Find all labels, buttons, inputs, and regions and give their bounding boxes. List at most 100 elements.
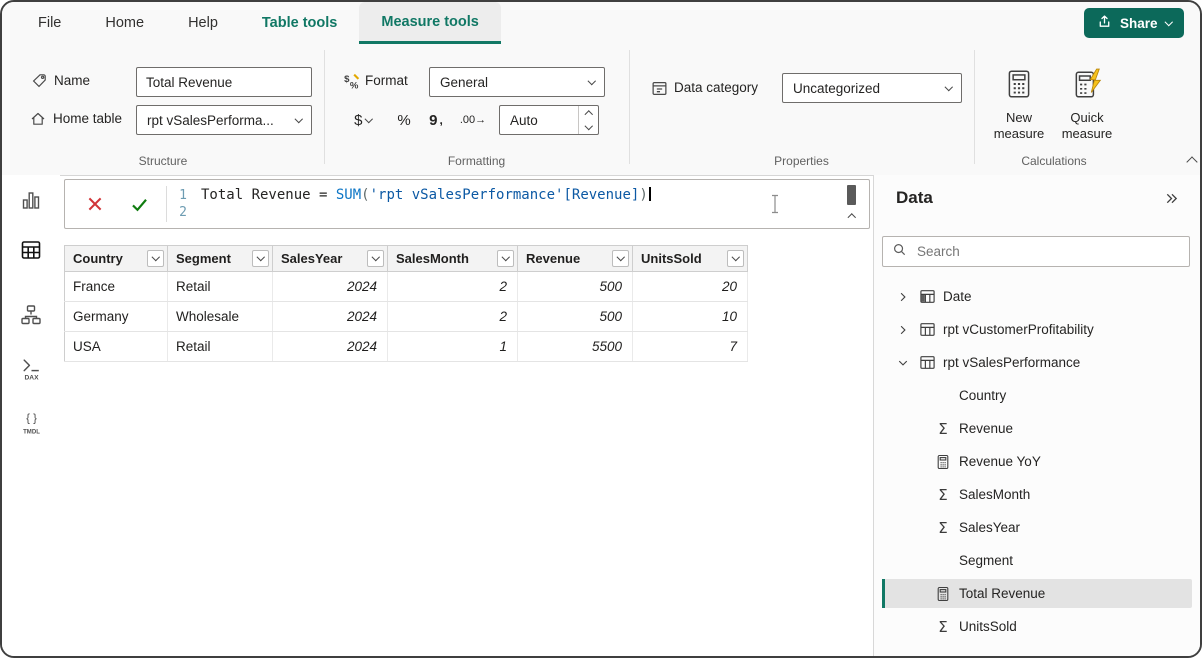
cell-unitssold[interactable]: 20	[632, 271, 748, 302]
field-item-total-revenue[interactable]: Total Revenue	[874, 577, 1200, 610]
cell-segment[interactable]: Retail	[167, 331, 273, 362]
cell-salesyear[interactable]: 2024	[272, 301, 388, 332]
field-item-country[interactable]: Country	[874, 379, 1200, 412]
name-label: Name	[54, 73, 91, 88]
ribbon-collapse-button[interactable]	[1182, 150, 1200, 170]
field-item-revenue-yoy[interactable]: Revenue YoY	[874, 445, 1200, 478]
column-header-salesmonth[interactable]: SalesMonth	[387, 245, 518, 272]
dax-icon: DAX	[22, 358, 39, 381]
cell-revenue[interactable]: 500	[517, 301, 633, 332]
thousands-separator-button[interactable]: 9,	[423, 105, 449, 135]
field-item-segment[interactable]: Segment	[874, 544, 1200, 577]
tab-measure-tools[interactable]: Measure tools	[359, 2, 501, 44]
search-input[interactable]	[915, 243, 1180, 260]
table-item-rpt-vcustomerprofitability[interactable]: rpt vCustomerProfitability	[874, 313, 1200, 346]
chevron-down-icon[interactable]	[896, 357, 910, 369]
tab-file[interactable]: File	[16, 2, 83, 44]
cell-salesyear[interactable]: 2024	[272, 331, 388, 362]
chevron-down-icon	[944, 82, 953, 91]
cell-unitssold[interactable]: 10	[632, 301, 748, 332]
chevron-right-icon[interactable]	[896, 291, 910, 303]
cell-salesmonth[interactable]: 1	[387, 331, 518, 362]
measure-name-input[interactable]	[136, 67, 312, 97]
model-view-button[interactable]	[18, 302, 44, 328]
cell-revenue[interactable]: 500	[517, 271, 633, 302]
filter-button[interactable]	[727, 250, 744, 267]
chevron-down-icon	[731, 253, 740, 261]
cell-salesmonth[interactable]: 2	[387, 301, 518, 332]
tmdl-view-button[interactable]: { } TMDL	[18, 409, 44, 435]
cancel-formula-button[interactable]	[79, 188, 111, 220]
home-table-dropdown[interactable]: rpt vSalesPerforma...	[136, 105, 312, 135]
formula-scrollbar-thumb[interactable]	[847, 185, 856, 205]
cell-segment[interactable]: Wholesale	[167, 301, 273, 332]
sigma-icon: Σ	[938, 485, 948, 504]
decimal-places-button[interactable]: .00→	[452, 105, 494, 135]
dax-editor[interactable]: Total Revenue = SUM('rpt vSalesPerforman…	[201, 187, 829, 221]
dax-token: Total Revenue =	[201, 187, 336, 203]
percent-format-button[interactable]: %	[390, 105, 418, 135]
dax-query-view-button[interactable]: DAX	[18, 355, 44, 381]
new-measure-calculator-icon	[1003, 66, 1035, 102]
tab-home[interactable]: Home	[83, 2, 166, 44]
table-view-button[interactable]	[18, 237, 44, 263]
column-header-revenue[interactable]: Revenue	[517, 245, 633, 272]
svg-text:{ }: { }	[26, 412, 37, 424]
cell-salesyear[interactable]: 2024	[272, 271, 388, 302]
chevron-down-icon	[1164, 17, 1173, 26]
formula-bar: 12 Total Revenue = SUM('rpt vSalesPerfor…	[64, 179, 870, 229]
code-line: Total Revenue = SUM('rpt vSalesPerforman…	[201, 187, 829, 204]
group-separator	[324, 50, 325, 164]
field-item-revenue[interactable]: Σ Revenue	[874, 412, 1200, 445]
cell-country[interactable]: France	[64, 271, 168, 302]
filter-button[interactable]	[252, 250, 269, 267]
tab-help[interactable]: Help	[166, 2, 240, 44]
tab-table-tools[interactable]: Table tools	[240, 2, 359, 44]
column-header-country[interactable]: Country	[64, 245, 168, 272]
column-header-unitssold[interactable]: UnitsSold	[632, 245, 748, 272]
cell-country[interactable]: Germany	[64, 301, 168, 332]
commit-formula-button[interactable]	[123, 188, 155, 220]
calculator-measure-icon	[934, 586, 952, 602]
data-category-dropdown[interactable]: Uncategorized	[782, 73, 962, 103]
chevron-right-icon[interactable]	[896, 324, 910, 336]
table-item-rpt-vsalesperformance[interactable]: rpt vSalesPerformance	[874, 346, 1200, 379]
report-view-button[interactable]	[18, 187, 44, 213]
share-button[interactable]: Share	[1083, 8, 1184, 38]
currency-symbol: $	[354, 111, 363, 129]
table-row: France Retail 2024 2 500 20	[64, 271, 748, 302]
model-icon	[21, 305, 41, 325]
sigma-icon: Σ	[938, 419, 948, 438]
field-item-salesmonth[interactable]: Σ SalesMonth	[874, 478, 1200, 511]
currency-format-button[interactable]: $	[342, 105, 384, 135]
table-item-date[interactable]: Date	[874, 280, 1200, 313]
spinner-down-button[interactable]	[579, 120, 598, 134]
collapse-pane-icon[interactable]	[1160, 187, 1182, 209]
filter-button[interactable]	[147, 250, 164, 267]
field-item-salesyear[interactable]: Σ SalesYear	[874, 511, 1200, 544]
line-number: 1	[179, 188, 187, 203]
field-label: rpt vSalesPerformance	[943, 355, 1081, 370]
chevron-down-icon	[256, 253, 265, 261]
cell-revenue[interactable]: 5500	[517, 331, 633, 362]
field-label: rpt vCustomerProfitability	[943, 322, 1094, 337]
cell-unitssold[interactable]: 7	[632, 331, 748, 362]
cell-country[interactable]: USA	[64, 331, 168, 362]
cell-salesmonth[interactable]: 2	[387, 271, 518, 302]
tmdl-icon: { } TMDL	[23, 412, 40, 435]
name-tag-icon	[30, 72, 48, 90]
data-pane: Data Date rpt vCustomerProfitability rpt v…	[874, 175, 1200, 656]
column-header-label: UnitsSold	[641, 251, 702, 266]
formula-collapse-button[interactable]	[844, 208, 860, 224]
filter-button[interactable]	[497, 250, 514, 267]
table-row: USA Retail 2024 1 5500 7	[64, 331, 748, 362]
filter-button[interactable]	[612, 250, 629, 267]
field-item-unitssold[interactable]: Σ UnitsSold	[874, 610, 1200, 643]
data-category-label: Data category	[674, 80, 759, 95]
spinner-up-button[interactable]	[579, 106, 598, 120]
column-header-salesyear[interactable]: SalesYear	[272, 245, 388, 272]
filter-button[interactable]	[367, 250, 384, 267]
format-dropdown[interactable]: General	[429, 67, 605, 97]
column-header-segment[interactable]: Segment	[167, 245, 273, 272]
cell-segment[interactable]: Retail	[167, 271, 273, 302]
